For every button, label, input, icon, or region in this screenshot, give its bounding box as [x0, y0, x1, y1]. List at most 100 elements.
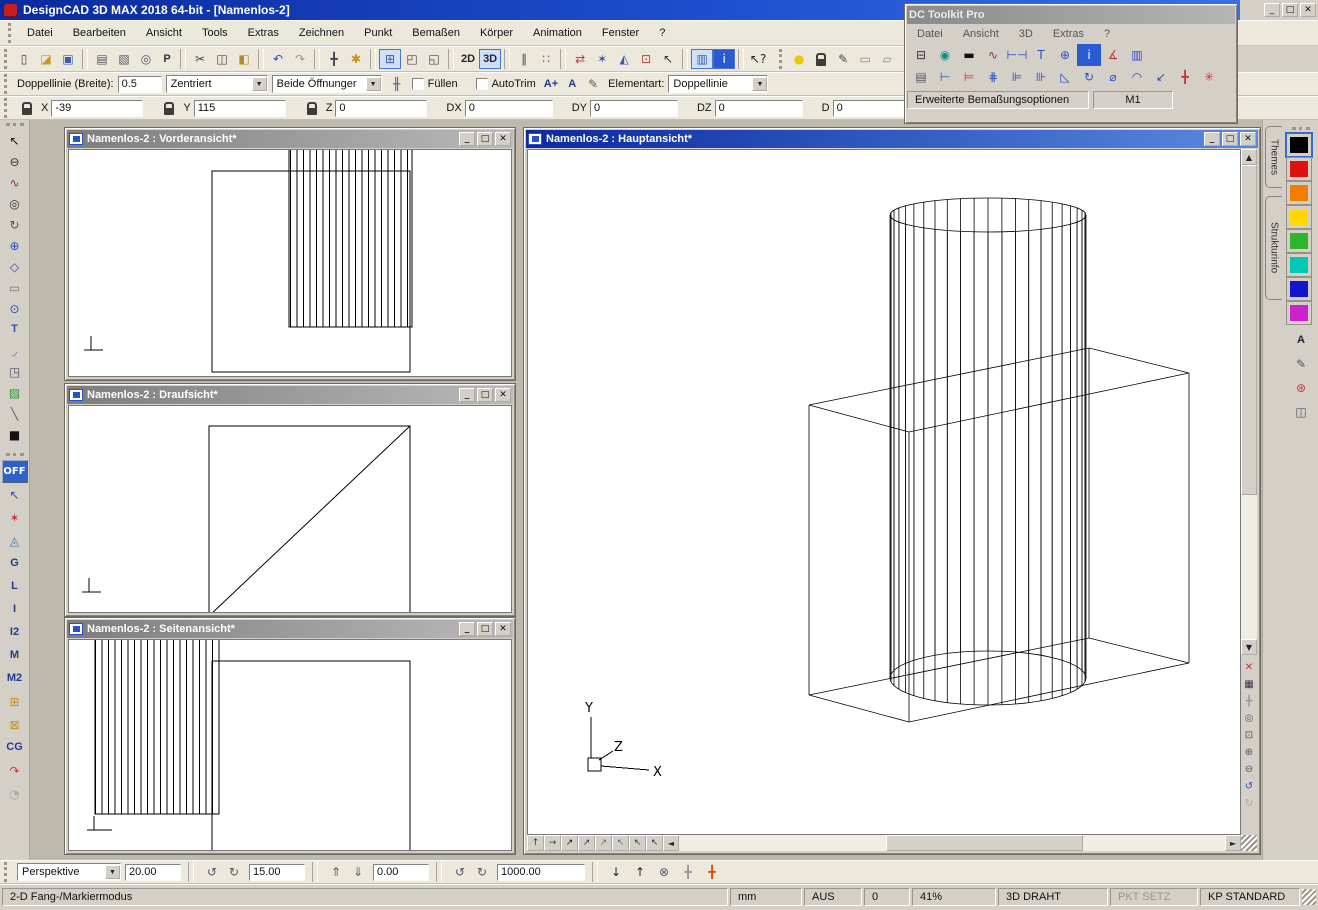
tk-dim-angle-button[interactable]: ◺ — [1053, 66, 1077, 88]
new-file-button[interactable]: ▯ — [13, 49, 35, 69]
tk-menu-ansicht[interactable]: Ansicht — [953, 23, 1009, 45]
zoom-page-button[interactable]: ◎ — [1241, 710, 1257, 727]
color-swatch-magenta[interactable] — [1287, 302, 1311, 324]
walk-down-button[interactable]: ↓ — [605, 862, 627, 882]
maximize-button[interactable]: □ — [1222, 132, 1238, 146]
zoom-out-button[interactable]: ⊖ — [1241, 761, 1257, 778]
minimize-button[interactable]: _ — [459, 132, 475, 146]
chevron-down-icon[interactable]: ▼ — [105, 865, 120, 879]
layer-pen-icon[interactable]: ✎ — [832, 49, 854, 69]
layer-lock-icon[interactable] — [810, 49, 832, 69]
sphere-tool[interactable]: ⊙ — [2, 298, 28, 319]
menu-item-animation[interactable]: Animation — [523, 22, 592, 44]
tk-display-button[interactable]: ⊟ — [909, 44, 933, 66]
align-combo[interactable]: Zentriert▼ — [166, 75, 268, 93]
selection-triangle-button[interactable]: ◭ — [613, 49, 635, 69]
intersect2-snap-tool[interactable]: I2 — [2, 621, 28, 644]
print-preview-button[interactable]: ◎ — [135, 49, 157, 69]
zoom-in-button[interactable]: ⊕ — [1241, 744, 1257, 761]
minimize-button[interactable]: _ — [459, 622, 475, 636]
draufsicht-canvas[interactable] — [68, 405, 512, 613]
ends-combo[interactable]: Beide Öffnunger▼ — [272, 75, 382, 93]
x-input[interactable] — [51, 100, 143, 117]
camera-up-button[interactable]: ⇑ — [325, 862, 347, 882]
camera-reset-button[interactable]: ⊗ — [653, 862, 675, 882]
color-swatch-orange[interactable] — [1287, 182, 1311, 204]
zoom-tool[interactable]: ⊖ — [2, 151, 28, 172]
text-tool[interactable]: T — [2, 319, 28, 340]
scroll-left-button[interactable]: ◄ — [663, 835, 679, 851]
chevron-down-icon[interactable]: ▼ — [252, 77, 267, 91]
vertical-scrollbar[interactable]: ▲ ▼ — [1241, 149, 1257, 655]
view-angle3-input[interactable] — [373, 864, 429, 881]
snap-cursor-tool[interactable]: ↖ — [2, 483, 28, 506]
tk-thick-line-button[interactable]: ▬ — [957, 44, 981, 66]
close-button[interactable]: ✕ — [1300, 3, 1316, 17]
grid-points-button[interactable]: ∷ — [535, 49, 557, 69]
tk-dim-multi-button[interactable]: ⋕ — [981, 66, 1005, 88]
tk-grid-marker-button[interactable]: ✳ — [1197, 66, 1221, 88]
paste-button[interactable]: ◧ — [233, 49, 255, 69]
vorderansicht-titlebar[interactable]: Namenlos-2 : Vorderansicht* _□✕ — [67, 130, 513, 148]
zoom-next-button[interactable]: ↻ — [1241, 795, 1257, 812]
camera-pan-right-button[interactable]: ↻ — [223, 862, 245, 882]
view-mode-combo[interactable]: Perspektive▼ — [17, 863, 121, 881]
nav-nw3-button[interactable]: ↖ — [646, 835, 663, 851]
nav-nw-button[interactable]: ↖ — [612, 835, 629, 851]
seitenansicht-canvas[interactable] — [68, 639, 512, 851]
minimize-button[interactable]: _ — [1264, 3, 1280, 17]
prism-tool[interactable]: ◬ — [2, 529, 28, 552]
fillet-tool[interactable]: ◞ — [2, 340, 28, 361]
nav-ne-button[interactable]: ↗ — [578, 835, 595, 851]
resize-grip[interactable] — [1302, 889, 1316, 905]
color-swatch-cyan[interactable] — [1287, 254, 1311, 276]
layer-box-empty-icon[interactable]: ▭ — [854, 49, 876, 69]
view-distance-input[interactable] — [497, 864, 585, 881]
status-pkt-setz[interactable]: PKT SETZ — [1110, 888, 1198, 906]
dy-input[interactable] — [590, 100, 678, 117]
color-swatch-blue[interactable] — [1287, 278, 1311, 300]
snap-off-button[interactable]: OFF — [2, 460, 28, 483]
y-lock-icon[interactable] — [158, 98, 180, 118]
intersect-snap-tool[interactable]: I — [2, 598, 28, 621]
tk-dim-chain-button[interactable]: ⊪ — [1029, 66, 1053, 88]
scrollbar-thumb[interactable] — [1241, 165, 1257, 495]
color-swatch-black[interactable] — [1287, 134, 1311, 156]
pen-settings-button[interactable]: ✎ — [582, 74, 604, 94]
status-kp-standard[interactable]: KP STANDARD — [1200, 888, 1300, 906]
cascade-windows-button[interactable]: ◰ — [401, 49, 423, 69]
tk-panel-button[interactable]: ▥ — [1125, 44, 1149, 66]
maximize-button[interactable]: □ — [477, 388, 493, 402]
select-point-button[interactable]: ↖ — [657, 49, 679, 69]
print-options-button[interactable]: ▧ — [113, 49, 135, 69]
menu-item-punkt[interactable]: Punkt — [354, 22, 402, 44]
grid-toggle-button[interactable]: ▦ — [1241, 676, 1257, 693]
menu-item-fenster[interactable]: Fenster — [592, 22, 649, 44]
close-button[interactable]: ✕ — [1240, 132, 1256, 146]
y-input[interactable] — [194, 100, 286, 117]
set-viewer-point-button[interactable]: ╋ — [701, 862, 723, 882]
save-button[interactable]: ▣ — [57, 49, 79, 69]
nav-up-button[interactable]: ↑ — [527, 835, 544, 851]
tk-menu-datei[interactable]: Datei — [907, 23, 953, 45]
draw-point-button[interactable]: ✶ — [591, 49, 613, 69]
tk-nut-button[interactable]: ◉ — [933, 44, 957, 66]
menu-item-hilfe[interactable]: ? — [649, 22, 675, 44]
no-fill-button[interactable]: ✕ — [1241, 659, 1257, 676]
fill-color-swatch[interactable]: ■ — [2, 424, 28, 445]
undo-button[interactable]: ↶ — [267, 49, 289, 69]
camera-down-button[interactable]: ⇓ — [347, 862, 369, 882]
status-render-mode[interactable]: 3D DRAHT — [998, 888, 1108, 906]
dz-input[interactable] — [715, 100, 803, 117]
menu-item-koerper[interactable]: Körper — [470, 22, 523, 44]
redo-button[interactable]: ↷ — [289, 49, 311, 69]
status-snap[interactable]: AUS — [804, 888, 862, 906]
tab-themes[interactable]: Themes — [1265, 126, 1282, 188]
close-button[interactable]: ✕ — [495, 132, 511, 146]
nav-ne-solid-button[interactable]: ↗ — [561, 835, 578, 851]
tk-dim-marked-button[interactable]: ⊨ — [957, 66, 981, 88]
fill-checkbox[interactable] — [412, 78, 424, 90]
doppellinie-width-input[interactable] — [118, 76, 162, 93]
text-size-plus-button[interactable]: A+ — [540, 74, 562, 94]
tk-dim-baseline-button[interactable]: ⊫ — [1005, 66, 1029, 88]
